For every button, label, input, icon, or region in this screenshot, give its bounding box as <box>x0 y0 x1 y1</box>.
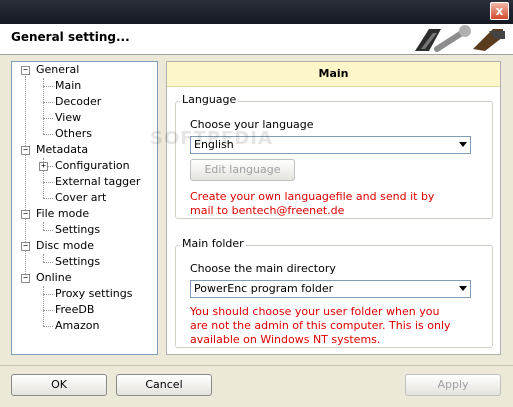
tree-item-freedb[interactable]: FreeDB <box>55 302 94 318</box>
title-bar: x <box>0 0 513 24</box>
chevron-down-icon <box>459 142 467 147</box>
tree-item-amazon[interactable]: Amazon <box>55 318 99 334</box>
main-folder-select[interactable]: PowerEnc program folder <box>190 280 471 298</box>
collapse-icon[interactable]: − <box>21 274 30 283</box>
apply-button[interactable]: Apply <box>405 374 501 396</box>
expand-icon[interactable]: + <box>39 162 48 171</box>
tree-item-disc-mode[interactable]: Disc mode <box>36 238 94 254</box>
tree-item-proxy-settings[interactable]: Proxy settings <box>55 286 133 302</box>
tree-item-configuration[interactable]: Configuration <box>55 158 130 174</box>
tree-item-main[interactable]: Main <box>55 78 81 94</box>
settings-tree[interactable]: − − + − − − General Main Decoder View Ot… <box>11 61 158 355</box>
main-folder-group-title: Main folder <box>180 237 246 250</box>
dialog-title: General setting... <box>11 30 130 44</box>
main-folder-select-value: PowerEnc program folder <box>194 282 334 295</box>
cancel-button[interactable]: Cancel <box>116 374 212 396</box>
tree-item-file-mode-settings[interactable]: Settings <box>55 222 100 238</box>
settings-panel: Main Language Choose your language Engli… <box>166 61 501 355</box>
collapse-icon[interactable]: − <box>21 242 30 251</box>
collapse-icon[interactable]: − <box>21 146 30 155</box>
tree-item-file-mode[interactable]: File mode <box>36 206 89 222</box>
dialog-header: General setting... <box>0 24 513 55</box>
folder-hint-line1: You should choose your user folder when … <box>190 305 440 318</box>
tree-item-metadata[interactable]: Metadata <box>36 142 88 158</box>
tree-item-general[interactable]: General <box>36 62 79 78</box>
language-hint-line2: mail to bentech@freenet.de <box>190 204 345 217</box>
folder-hint-line2: are not the admin of this computer. This… <box>190 319 451 332</box>
language-hint-line1: Create your own languagefile and send it… <box>190 190 435 203</box>
tree-item-disc-mode-settings[interactable]: Settings <box>55 254 100 270</box>
tree-item-external-tagger[interactable]: External tagger <box>55 174 140 190</box>
tools-icon <box>415 25 505 52</box>
folder-hint-line3: available on Windows NT systems. <box>190 333 381 346</box>
chevron-down-icon <box>459 286 467 291</box>
edit-language-button[interactable]: Edit language <box>190 159 295 181</box>
language-group-title: Language <box>180 93 239 106</box>
tree-item-others[interactable]: Others <box>55 126 92 142</box>
ok-button[interactable]: OK <box>11 374 107 396</box>
collapse-icon[interactable]: − <box>21 210 30 219</box>
tree-item-decoder[interactable]: Decoder <box>55 94 101 110</box>
collapse-icon[interactable]: − <box>21 66 30 75</box>
watermark: SOFTPEDIA <box>150 128 273 149</box>
dialog-body: − − + − − − General Main Decoder View Ot… <box>0 55 513 407</box>
close-button[interactable]: x <box>490 2 509 20</box>
divider <box>0 365 513 366</box>
panel-title: Main <box>167 62 500 87</box>
tree-item-cover-art[interactable]: Cover art <box>55 190 106 206</box>
tree-item-view[interactable]: View <box>55 110 81 126</box>
main-folder-prompt: Choose the main directory <box>190 262 336 275</box>
tree-item-online[interactable]: Online <box>36 270 71 286</box>
